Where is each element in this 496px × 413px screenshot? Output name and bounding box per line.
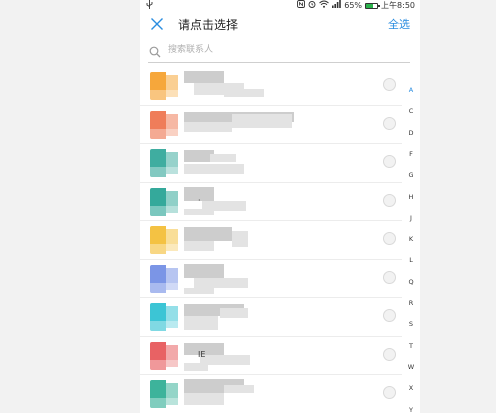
alpha-index-letter[interactable]: C [404, 107, 418, 115]
contact-picker-screen: 65% 上午8:50 请点击选择 全选 · IE A C D F G H J K L Q R S T W X Y [140, 0, 420, 413]
select-checkbox[interactable] [383, 155, 396, 168]
wifi-icon [319, 0, 330, 11]
contact-name-redacted [220, 308, 248, 318]
avatar [150, 264, 178, 293]
contact-name-redacted [224, 89, 264, 97]
contact-row[interactable] [140, 298, 402, 337]
contact-name-fragment: · [198, 195, 201, 205]
select-checkbox[interactable] [383, 78, 396, 91]
contact-row[interactable] [140, 221, 402, 260]
avatar [150, 72, 178, 100]
contact-row[interactable] [140, 260, 402, 298]
contact-list: · IE [140, 67, 402, 413]
status-icons: 65% 上午8:50 [297, 0, 415, 11]
alpha-index-letter[interactable]: S [404, 320, 418, 328]
battery-percent: 65% [344, 1, 363, 10]
avatar [150, 226, 178, 254]
contact-row[interactable]: · [140, 183, 402, 221]
avatar [150, 380, 178, 408]
select-checkbox[interactable] [383, 309, 396, 322]
select-checkbox[interactable] [383, 347, 396, 361]
contact-name-redacted [184, 362, 208, 371]
select-checkbox[interactable] [383, 386, 396, 399]
alpha-index-letter[interactable]: Y [404, 406, 418, 413]
alpha-index-letter[interactable]: L [404, 256, 418, 264]
contact-name-redacted [184, 208, 214, 215]
contact-row[interactable]: IE [140, 337, 402, 375]
alpha-index-letter[interactable]: Q [404, 278, 418, 286]
search-icon [149, 43, 161, 62]
contact-name-redacted [194, 277, 248, 288]
select-checkbox[interactable] [383, 270, 396, 284]
page-title: 请点击选择 [178, 18, 239, 32]
contact-name-fragment: IE [198, 349, 206, 359]
alpha-index-letter[interactable]: J [404, 214, 418, 222]
alpha-index-letter[interactable]: T [404, 342, 418, 350]
alpha-index-letter[interactable]: K [404, 235, 418, 243]
avatar [150, 187, 178, 216]
contact-row[interactable] [140, 106, 402, 144]
alarm-icon [308, 0, 316, 11]
contact-name-redacted [224, 385, 254, 393]
alpha-index-letter[interactable]: D [404, 129, 418, 137]
search-input[interactable] [168, 42, 398, 58]
alpha-index-letter[interactable]: X [404, 384, 418, 392]
contact-name-redacted [184, 393, 224, 405]
battery-icon [365, 2, 381, 9]
status-bar: 65% 上午8:50 [140, 0, 420, 11]
avatar [150, 341, 178, 370]
contact-row[interactable] [140, 144, 402, 183]
avatar [150, 149, 178, 177]
contact-row[interactable] [140, 67, 402, 106]
contact-name-redacted [210, 154, 236, 162]
alpha-index-letter[interactable]: R [404, 299, 418, 307]
contact-name-redacted [184, 241, 214, 251]
contact-row[interactable] [140, 375, 402, 413]
select-all-button[interactable]: 全选 [388, 17, 410, 33]
select-checkbox[interactable] [383, 193, 396, 207]
battery-level [366, 3, 374, 8]
signal-icon [332, 0, 342, 11]
avatar [150, 110, 178, 139]
contact-name-redacted [232, 231, 248, 247]
contact-name-redacted [184, 316, 218, 330]
contact-name-redacted [184, 287, 214, 294]
alpha-index-letter[interactable]: H [404, 193, 418, 201]
contact-name-redacted [184, 164, 244, 174]
title-bar: 请点击选择 全选 [140, 11, 420, 39]
search-bar[interactable] [148, 40, 410, 63]
select-checkbox[interactable] [383, 232, 396, 245]
contact-name-redacted [184, 121, 232, 132]
contact-name-redacted [232, 113, 292, 128]
alpha-index-letter[interactable]: W [404, 363, 418, 371]
alpha-index-letter[interactable]: A [404, 86, 418, 94]
clock: 上午8:50 [381, 1, 415, 10]
contact-name-redacted [184, 71, 224, 83]
contact-name-redacted [184, 263, 224, 278]
close-icon [150, 16, 164, 35]
alpha-index-letter[interactable]: F [404, 150, 418, 158]
close-button[interactable] [148, 16, 166, 34]
nfc-icon [297, 0, 306, 11]
alphabet-index[interactable]: A C D F G H J K L Q R S T W X Y [404, 86, 418, 413]
select-checkbox[interactable] [383, 116, 396, 130]
contact-name-redacted [184, 227, 232, 241]
alpha-index-letter[interactable]: G [404, 171, 418, 179]
avatar [150, 303, 178, 331]
